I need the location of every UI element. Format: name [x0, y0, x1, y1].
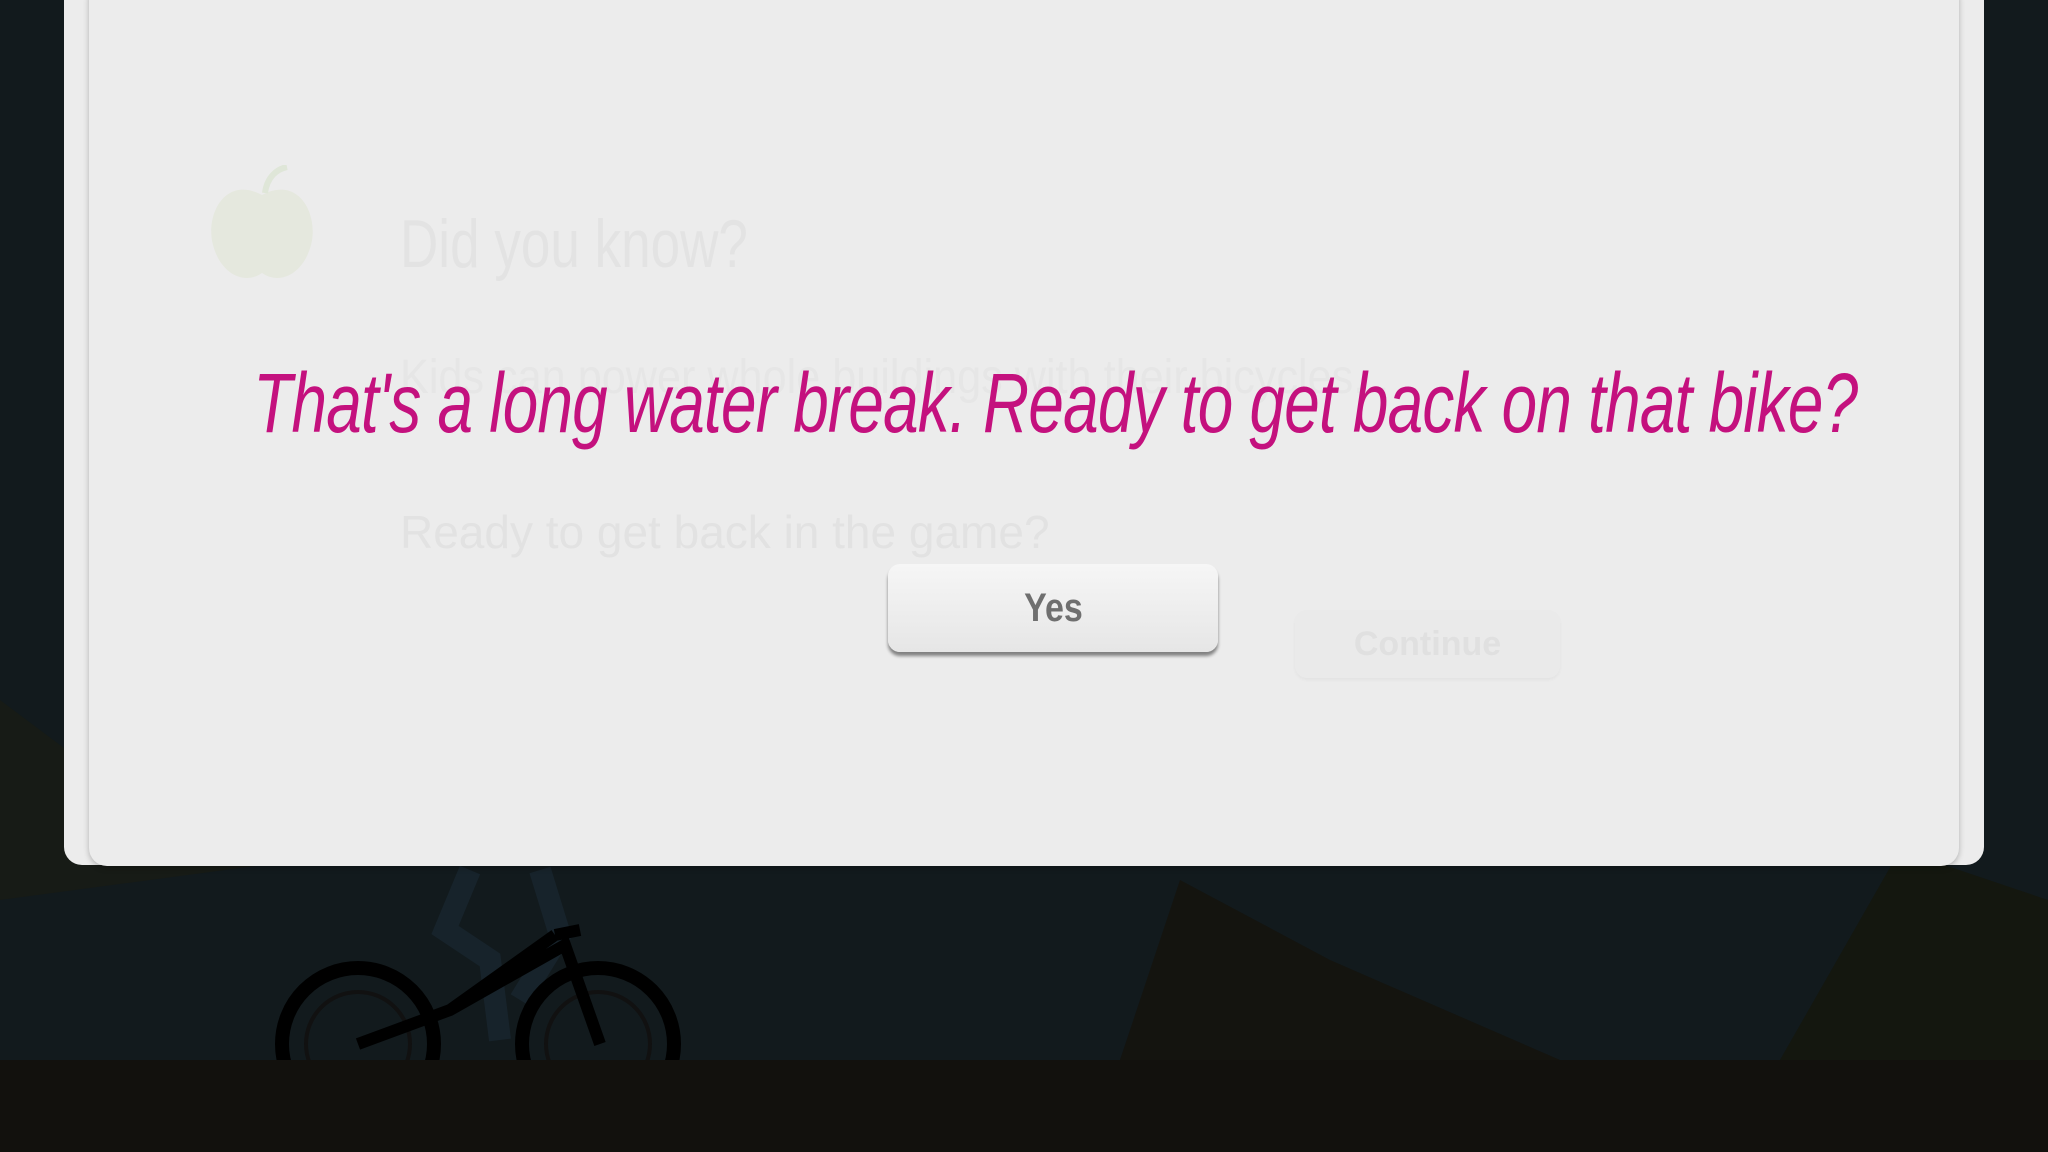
alert-message-text: That's a long water break. Ready to get …: [253, 356, 1858, 450]
yes-button-label: Yes: [1023, 585, 1083, 630]
apple-icon: [211, 165, 313, 278]
hill-right: [1780, 850, 2048, 1060]
yes-button[interactable]: Yes: [888, 564, 1218, 652]
hill-mid: [1120, 880, 1560, 1060]
alert-message: That's a long water break. Ready to get …: [0, 355, 2048, 452]
did-you-know-title: Did you know?: [400, 206, 748, 282]
game-scene: Did you know? Kids can power whole build…: [0, 0, 2048, 1152]
ground: [0, 1060, 2048, 1152]
did-you-know-prompt: Ready to get back in the game?: [400, 506, 1050, 558]
continue-button: Continue: [1295, 610, 1560, 678]
